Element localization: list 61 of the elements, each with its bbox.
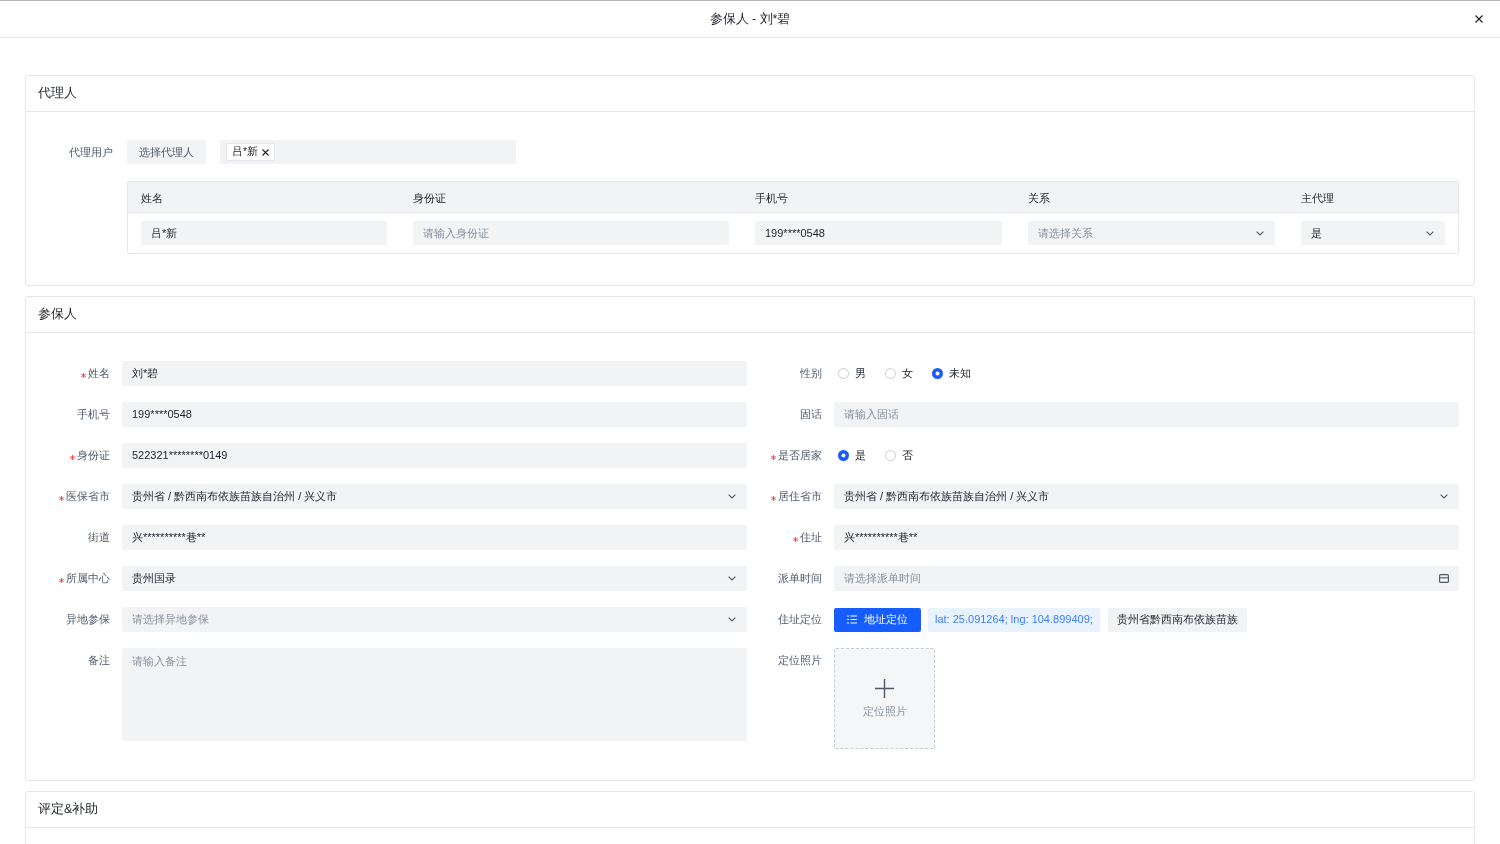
field-label: 姓名 [88, 366, 110, 382]
close-icon[interactable] [262, 148, 270, 156]
field-label: 固话 [800, 407, 822, 423]
chevron-down-icon [728, 617, 736, 622]
text-field[interactable]: 199****0548 [755, 221, 1002, 245]
text-field[interactable]: 吕*新 [141, 221, 387, 245]
field-label: 街道 [88, 530, 110, 546]
plus-icon [875, 679, 894, 699]
section-title: 参保人 [38, 306, 77, 324]
field-label: 住址定位 [778, 612, 822, 628]
address-tag: 贵州省黔西南布依族苗族 [1107, 607, 1247, 632]
text-field[interactable]: 兴**********巷** [834, 525, 1459, 550]
column-header: 身份证 [413, 192, 446, 204]
close-button[interactable] [1475, 15, 1483, 23]
field-label: 住址 [800, 530, 822, 546]
coordinates-tag: lat: 25.091264; lng: 104.899409; [928, 607, 1100, 632]
field-label: 身份证 [77, 448, 110, 464]
radio-option[interactable]: 男 [838, 365, 866, 382]
radio-option[interactable]: 未知 [932, 365, 971, 382]
field-label: 异地参保 [66, 612, 110, 628]
chevron-down-icon [728, 494, 736, 499]
agent-tag[interactable]: 吕*新 [226, 143, 276, 161]
radio-option[interactable]: 是 [838, 447, 866, 464]
column-header: 主代理 [1301, 192, 1334, 204]
chevron-down-icon [1256, 230, 1264, 236]
section-title: 评定&补助 [38, 801, 99, 819]
calendar-icon [1439, 574, 1449, 583]
chevron-down-icon [1440, 494, 1448, 499]
field-label: 代理用户 [69, 144, 113, 160]
select-field[interactable]: 贵州省 / 黔西南布依族苗族自治州 / 兴义市 [834, 484, 1459, 509]
agent-select-field[interactable]: 吕*新 [220, 140, 516, 164]
radio-option[interactable]: 否 [885, 447, 913, 464]
field-label: 医保省市 [66, 489, 110, 505]
section-title: 代理人 [38, 85, 77, 103]
column-header: 关系 [1028, 192, 1050, 204]
field-label: 派单时间 [778, 571, 822, 587]
select-field[interactable]: 贵州国录 [122, 566, 747, 591]
agent-name: 吕*新 [232, 144, 259, 160]
text-field[interactable]: 199****0548 [122, 402, 747, 427]
text-field[interactable]: 兴**********巷** [122, 525, 747, 550]
column-header: 姓名 [141, 192, 163, 204]
list-icon [847, 615, 857, 624]
chevron-down-icon [1426, 230, 1434, 236]
close-icon [1475, 15, 1483, 23]
select-field[interactable]: 贵州省 / 黔西南布依族苗族自治州 / 兴义市 [122, 484, 747, 509]
field-label: 备注 [88, 653, 110, 669]
field-label: 性别 [800, 366, 822, 382]
field-label: 所属中心 [66, 571, 110, 587]
field-label: 是否居家 [778, 448, 822, 464]
field-label: 手机号 [77, 407, 110, 423]
field-label: 居住省市 [778, 489, 822, 505]
select-agent-button[interactable]: 选择代理人 [127, 140, 206, 164]
text-field[interactable]: 刘*碧 [122, 361, 747, 386]
field-label: 定位照片 [778, 653, 822, 669]
dialog-title: 参保人 - 刘*碧 [709, 10, 791, 28]
radio-option[interactable]: 女 [885, 365, 913, 382]
select-field[interactable]: 是 [1301, 221, 1445, 245]
text-field[interactable]: 522321********0149 [122, 443, 747, 468]
locate-address-button[interactable]: 地址定位 [834, 607, 921, 632]
chevron-down-icon [728, 576, 736, 581]
column-header: 手机号 [755, 192, 788, 204]
